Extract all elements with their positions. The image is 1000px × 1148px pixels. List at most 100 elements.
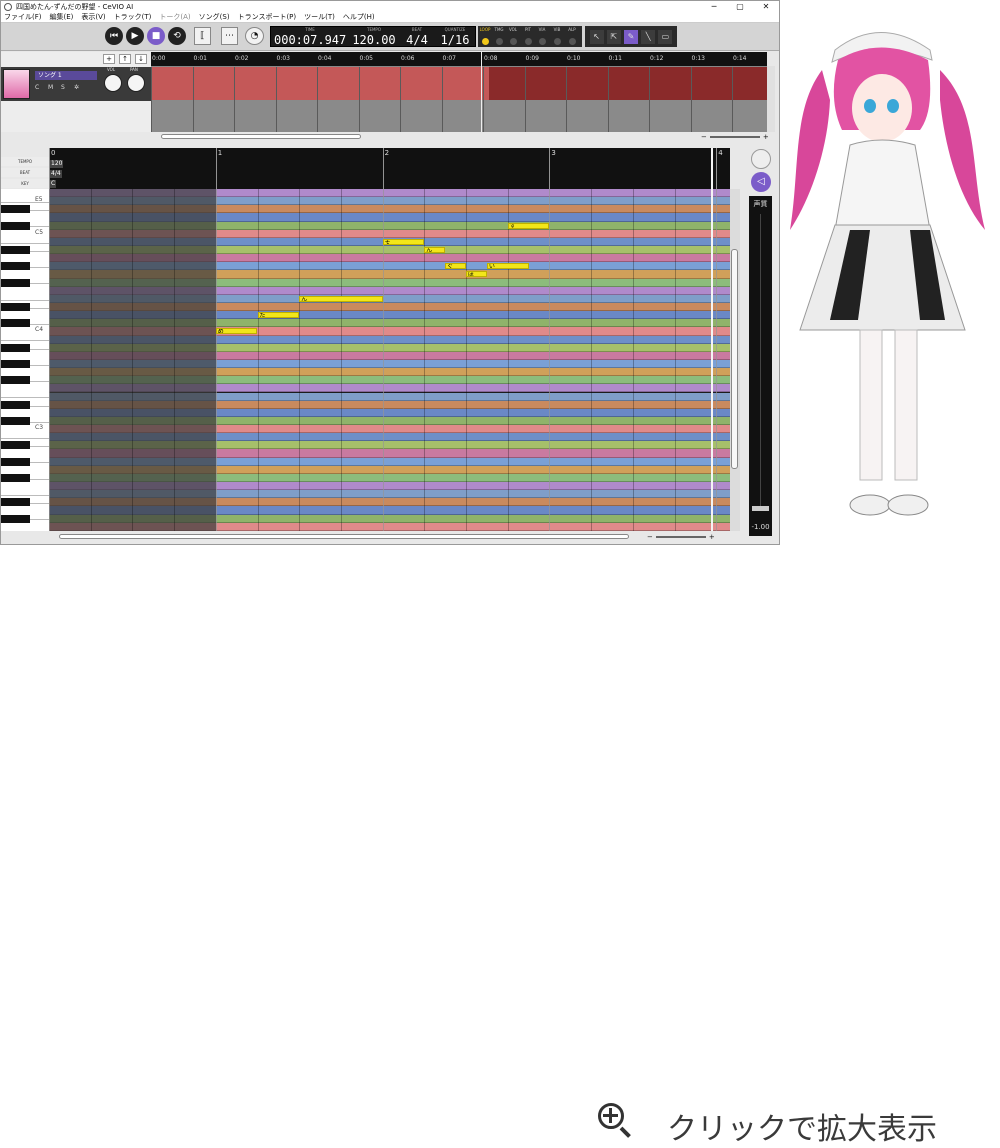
black-key[interactable] bbox=[1, 262, 30, 271]
song-region-selection[interactable] bbox=[151, 67, 489, 100]
param-alp-toggle[interactable] bbox=[569, 38, 576, 45]
lyric-note[interactable]: そ bbox=[382, 238, 425, 245]
menu-transport[interactable]: トランスポート(P) bbox=[238, 12, 297, 22]
track-settings-icon[interactable]: ✲ bbox=[74, 84, 84, 91]
piano-keyboard[interactable]: E5 C5 C4 C3 bbox=[1, 189, 49, 531]
inspector-toggle-button[interactable] bbox=[751, 149, 771, 169]
end-marker[interactable] bbox=[711, 148, 713, 531]
track-row[interactable]: ソング 1 C M S ✲ VOL PAN bbox=[1, 67, 151, 101]
track-horizontal-scrollbar[interactable] bbox=[151, 132, 767, 141]
lyric-note[interactable]: ぐ bbox=[445, 263, 466, 270]
select-tool-icon[interactable]: ↖ bbox=[589, 29, 604, 44]
track-zoom[interactable]: − + bbox=[701, 133, 769, 141]
track-mute-button[interactable]: M bbox=[48, 84, 58, 91]
play-button[interactable]: ▶ bbox=[126, 27, 144, 45]
black-key[interactable] bbox=[1, 416, 30, 426]
black-key[interactable] bbox=[1, 514, 30, 523]
black-key[interactable] bbox=[1, 205, 30, 214]
lyric-note[interactable]: ん bbox=[424, 246, 446, 253]
track-scroll-thumb[interactable] bbox=[161, 134, 361, 139]
metronome-icon[interactable]: ⋯ bbox=[221, 27, 238, 45]
menu-view[interactable]: 表示(V) bbox=[81, 12, 105, 22]
zoom-slider[interactable] bbox=[709, 136, 760, 138]
zoom-in-magnifier-icon[interactable] bbox=[598, 1103, 624, 1129]
param-loop-toggle[interactable] bbox=[482, 38, 489, 45]
black-key[interactable] bbox=[1, 302, 30, 312]
time-ruler[interactable]: 0:00 0:01 0:02 0:03 0:04 0:05 0:06 0:07 0:08 0:09… bbox=[151, 52, 767, 66]
menu-song[interactable]: ソング(S) bbox=[199, 12, 230, 22]
voice-quality-track[interactable] bbox=[760, 214, 761, 509]
tempo-readout[interactable]: 120.00 bbox=[349, 33, 399, 47]
black-key[interactable] bbox=[1, 343, 30, 352]
zoom-in-icon[interactable]: + bbox=[763, 133, 769, 141]
dial-icon[interactable]: ◔ bbox=[245, 27, 264, 45]
roll-zoom-in-icon[interactable]: + bbox=[709, 533, 715, 541]
track-c-button[interactable]: C bbox=[35, 84, 45, 91]
note-grid[interactable]: 120 4/4 C 01234 めたんそんぐぼいず bbox=[49, 148, 730, 531]
playhead[interactable] bbox=[481, 52, 482, 132]
roll-hscroll-thumb[interactable] bbox=[59, 534, 629, 539]
param-pit-toggle[interactable] bbox=[525, 38, 532, 45]
quantize-readout[interactable]: 1/16 bbox=[436, 33, 474, 47]
voice-quality-handle[interactable] bbox=[752, 506, 769, 511]
menu-talk[interactable]: トーク(A) bbox=[159, 12, 190, 22]
black-key[interactable] bbox=[1, 400, 30, 409]
stop-button[interactable]: ■ bbox=[147, 27, 165, 45]
eraser-tool-icon[interactable]: ▭ bbox=[658, 29, 673, 44]
track-vertical-scrollbar[interactable] bbox=[767, 66, 775, 132]
roll-vertical-scrollbar[interactable] bbox=[730, 189, 740, 531]
beat-value[interactable]: 4/4 bbox=[50, 170, 62, 178]
pencil-tool-icon[interactable]: ✎ bbox=[623, 29, 638, 44]
menu-tools[interactable]: ツール(T) bbox=[304, 12, 335, 22]
line-tool-icon[interactable]: ╲ bbox=[641, 29, 656, 44]
black-key[interactable] bbox=[1, 473, 30, 483]
zoom-out-icon[interactable]: − bbox=[701, 133, 707, 141]
maximize-button[interactable]: ▢ bbox=[727, 1, 753, 12]
track-name[interactable]: ソング 1 bbox=[35, 71, 97, 80]
roll-zoom-slider[interactable] bbox=[655, 536, 706, 538]
minimize-button[interactable]: ─ bbox=[701, 1, 727, 12]
caption-text[interactable]: クリックで拡大表示 bbox=[667, 1104, 937, 1148]
lyric-note[interactable]: め bbox=[215, 328, 258, 335]
track-solo-button[interactable]: S bbox=[61, 84, 71, 91]
beat-readout[interactable]: 4/4 bbox=[401, 33, 433, 47]
vol-knob[interactable] bbox=[104, 74, 122, 92]
add-track-button[interactable]: + bbox=[103, 54, 115, 64]
pan-knob[interactable] bbox=[127, 74, 145, 92]
menu-edit[interactable]: 編集(E) bbox=[50, 12, 74, 22]
lyric-note[interactable]: い bbox=[486, 263, 529, 270]
rewind-button[interactable]: ⏮ bbox=[105, 27, 123, 45]
range-tool-icon[interactable]: ⇱ bbox=[606, 29, 621, 44]
singer-avatar[interactable] bbox=[3, 69, 30, 99]
black-key[interactable] bbox=[1, 319, 30, 328]
black-key[interactable] bbox=[1, 359, 30, 369]
close-button[interactable]: ✕ bbox=[753, 1, 779, 12]
menu-track[interactable]: トラック(T) bbox=[114, 12, 152, 22]
black-key[interactable] bbox=[1, 221, 30, 230]
param-tmg-toggle[interactable] bbox=[496, 38, 503, 45]
tempo-value[interactable]: 120 bbox=[50, 160, 64, 168]
lyric-note[interactable]: ぼ bbox=[466, 271, 487, 278]
black-key[interactable] bbox=[1, 245, 30, 255]
loop-button[interactable]: ⟲ bbox=[168, 27, 186, 45]
black-key[interactable] bbox=[1, 441, 30, 450]
param-via-toggle[interactable] bbox=[539, 38, 546, 45]
lyric-note[interactable]: た bbox=[257, 312, 300, 319]
roll-horizontal-scrollbar[interactable] bbox=[49, 532, 642, 541]
white-key[interactable] bbox=[1, 523, 49, 531]
lyric-note[interactable]: ん bbox=[299, 295, 383, 302]
menu-file[interactable]: ファイル(F) bbox=[4, 12, 42, 22]
menu-help[interactable]: ヘルプ(H) bbox=[343, 12, 375, 22]
move-track-down-button[interactable]: ↓ bbox=[135, 54, 147, 64]
empty-track-lane[interactable] bbox=[151, 100, 767, 132]
measure-ruler[interactable]: 120 4/4 C 0 1 2 3 4 bbox=[49, 148, 730, 189]
black-key[interactable] bbox=[1, 278, 30, 287]
roll-scroll-thumb[interactable] bbox=[731, 249, 738, 469]
roll-zoom[interactable]: − + bbox=[647, 533, 715, 541]
param-vib-toggle[interactable] bbox=[554, 38, 561, 45]
param-vol-toggle[interactable] bbox=[510, 38, 517, 45]
key-value[interactable]: C bbox=[50, 180, 57, 188]
black-key[interactable] bbox=[1, 498, 30, 507]
black-key[interactable] bbox=[1, 376, 30, 385]
track-timeline[interactable]: 0:00 0:01 0:02 0:03 0:04 0:05 0:06 0:07 0:08 0:09… bbox=[151, 52, 767, 132]
